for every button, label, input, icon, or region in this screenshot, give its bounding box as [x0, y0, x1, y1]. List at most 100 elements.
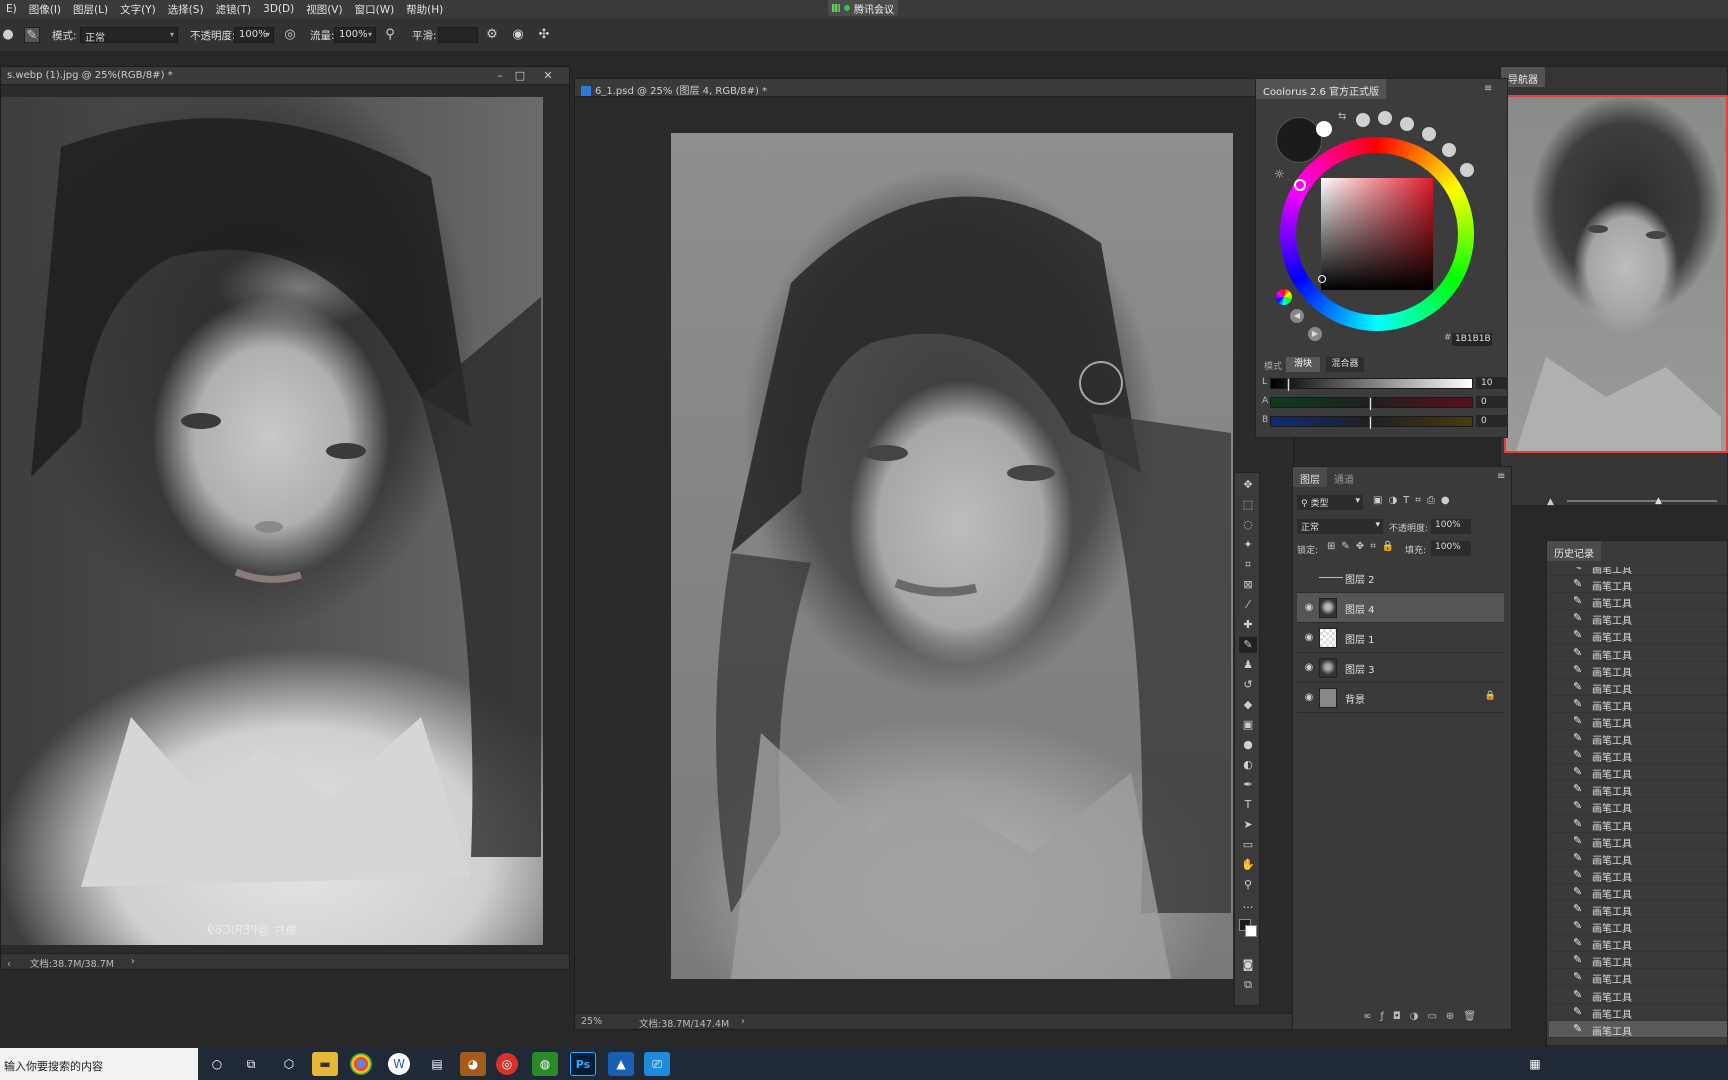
panel-menu-icon[interactable]: ≡ — [1497, 471, 1505, 482]
hand-tool-icon[interactable]: ✋ — [1239, 857, 1257, 873]
history-item[interactable]: ✎ 画笔工具 — [1549, 798, 1727, 816]
qq-icon[interactable]: ◕ — [460, 1052, 486, 1076]
rotate-right-icon[interactable]: ▶ — [1308, 327, 1322, 341]
menu-item[interactable]: 图层(L) — [67, 2, 114, 17]
a-value[interactable]: 0 — [1476, 396, 1508, 408]
b-slider[interactable] — [1270, 416, 1473, 430]
hue-picker-handle[interactable] — [1294, 179, 1306, 191]
task-view-icon[interactable]: ⧉ — [238, 1052, 264, 1076]
history-item[interactable]: ✎ 画笔工具 — [1549, 833, 1727, 850]
tencent-meeting-icon[interactable]: ⎚ — [644, 1052, 670, 1076]
navigator-preview[interactable] — [1504, 95, 1728, 453]
layer-filter-icons[interactable]: ▣◑T⌗⎙● — [1373, 495, 1456, 506]
brush-preset-icon[interactable]: ● — [0, 27, 16, 43]
b-value[interactable]: 0 — [1476, 415, 1508, 427]
layer-row[interactable]: ◉ 背景 🔒 — [1297, 683, 1504, 713]
history-item[interactable]: ✎ 画笔工具 — [1549, 952, 1727, 970]
menu-item[interactable]: 3D(D) — [257, 3, 300, 15]
history-brush-tool-icon[interactable]: ↺ — [1239, 677, 1257, 693]
wechat-icon[interactable]: ◍ — [532, 1052, 558, 1076]
brush-tool-icon[interactable]: ✎ — [1239, 637, 1257, 653]
maximize-icon[interactable]: □ — [513, 69, 527, 83]
history-item[interactable]: ✎ 画笔工具 — [1549, 696, 1727, 713]
tab-layers[interactable]: 图层 — [1293, 467, 1327, 487]
tab-mixer[interactable]: 混合器 — [1326, 357, 1364, 372]
file-explorer-icon[interactable]: ▬ — [312, 1052, 338, 1076]
layer-row-selected[interactable]: ◉ 图层 4 — [1297, 593, 1504, 623]
tab-sliders[interactable]: 滑块 — [1286, 357, 1320, 372]
lightness-value[interactable]: 10 — [1476, 377, 1508, 389]
history-item[interactable]: ✎ 画笔工具 — [1549, 679, 1727, 696]
menu-item[interactable]: 选择(S) — [162, 2, 210, 17]
gamut-preset-3-icon[interactable] — [1400, 117, 1414, 131]
foreground-color-swatch[interactable] — [1276, 117, 1322, 163]
menu-item[interactable]: E) — [0, 3, 23, 15]
tencent-meeting-indicator[interactable]: 腾讯会议 — [828, 0, 898, 16]
history-item[interactable]: ✎ 画笔工具 — [1549, 713, 1727, 730]
zoom-level[interactable]: 25% — [581, 1016, 602, 1027]
layer-row[interactable]: ◉ 图层 3 — [1297, 653, 1504, 683]
layer-row[interactable]: ◉ 图层 1 — [1297, 623, 1504, 653]
taskbar-search-input[interactable]: 输入你要搜索的内容 — [0, 1048, 198, 1080]
type-tool-icon[interactable]: T — [1239, 797, 1257, 813]
swap-colors-icon[interactable]: ⇆ — [1338, 111, 1346, 122]
lasso-tool-icon[interactable]: ◌ — [1239, 517, 1257, 533]
pressure-size-icon[interactable]: ◉ — [510, 27, 526, 43]
menu-item[interactable]: 文字(Y) — [114, 2, 162, 17]
fill-field[interactable]: 100% — [1431, 541, 1471, 556]
gamut-preset-5-icon[interactable] — [1442, 143, 1456, 157]
symmetry-icon[interactable]: ✣ — [536, 27, 552, 43]
history-item[interactable]: ✎ 画笔工具 — [1549, 918, 1727, 936]
lightness-slider[interactable] — [1270, 378, 1473, 392]
history-item[interactable]: ✎ 画笔工具 — [1549, 576, 1727, 594]
app-icon-3d[interactable]: ⬡ — [276, 1052, 302, 1076]
netease-music-icon[interactable]: ◎ — [496, 1053, 518, 1075]
color-mode-icon[interactable] — [1276, 289, 1292, 305]
frame-tool-icon[interactable]: ⊠ — [1239, 577, 1257, 593]
saturation-value-square[interactable] — [1321, 178, 1433, 290]
hue-ring[interactable] — [1280, 137, 1474, 331]
opacity-field[interactable]: 100% ▾ — [234, 27, 274, 43]
path-selection-tool-icon[interactable]: ➤ — [1239, 817, 1257, 833]
history-item[interactable]: ✎ 画笔工具 — [1549, 850, 1727, 867]
quick-mask-icon[interactable]: ◙ — [1239, 957, 1257, 973]
pressure-opacity-icon[interactable]: ◎ — [282, 27, 298, 43]
layer-opacity-field[interactable]: 100% — [1431, 519, 1471, 534]
app-icon-mountain[interactable]: ▲ — [608, 1052, 634, 1076]
gamut-preset-6-icon[interactable] — [1460, 163, 1474, 177]
visibility-off-icon[interactable] — [1303, 572, 1315, 584]
input-method-icon[interactable]: ▦ — [1524, 1052, 1546, 1076]
menu-item[interactable]: 视图(V) — [300, 2, 348, 17]
history-tab[interactable]: 历史记录 — [1547, 541, 1601, 561]
background-color-icon[interactable] — [1245, 925, 1257, 937]
history-item[interactable]: ✎ 画笔工具 — [1549, 935, 1727, 953]
minimize-icon[interactable]: – — [493, 69, 507, 83]
history-item[interactable]: ✎ 画笔工具 — [1549, 610, 1727, 628]
rectangle-tool-icon[interactable]: ▭ — [1239, 837, 1257, 853]
history-item[interactable]: ✎ 画笔工具 — [1549, 884, 1727, 901]
app-icon-w[interactable]: W — [388, 1053, 410, 1075]
crop-tool-icon[interactable]: ⌗ — [1239, 557, 1257, 573]
brightness-icon[interactable]: ☼ — [1274, 167, 1285, 181]
reference-document-tab[interactable]: s.webp (1).jpg @ 25%(RGB/8#) * — [1, 67, 569, 85]
eye-icon[interactable]: ◉ — [1303, 662, 1315, 674]
move-tool-icon[interactable]: ✥ — [1239, 477, 1257, 493]
b-knob[interactable] — [1369, 416, 1372, 430]
history-item[interactable]: ✎ 画笔工具 — [1549, 662, 1727, 679]
painting-canvas[interactable] — [671, 133, 1233, 979]
coolorus-tab[interactable]: Coolorus 2.6 官方正式版 — [1256, 79, 1387, 99]
history-item[interactable]: ✎ 画笔工具 — [1549, 867, 1727, 884]
menu-item[interactable]: 帮助(H) — [400, 2, 449, 17]
tab-channels[interactable]: 通道 — [1327, 467, 1361, 487]
a-slider[interactable] — [1270, 397, 1473, 411]
marquee-tool-icon[interactable]: ⬚ — [1239, 497, 1257, 513]
more-tools-icon[interactable]: … — [1239, 897, 1257, 913]
history-item[interactable]: ✎ 画笔工具 — [1549, 969, 1727, 987]
history-item[interactable]: ✎ 画笔工具 — [1549, 901, 1727, 918]
gamut-preset-4-icon[interactable] — [1422, 127, 1436, 141]
rotate-left-icon[interactable]: ◀ — [1290, 309, 1304, 323]
cortana-icon[interactable]: ○ — [204, 1052, 230, 1076]
history-item[interactable]: ✎ 画笔工具 — [1549, 645, 1727, 662]
history-item[interactable]: ✎ 画笔工具 — [1549, 764, 1727, 782]
history-item[interactable]: ✎ 画笔工具 — [1549, 593, 1727, 611]
